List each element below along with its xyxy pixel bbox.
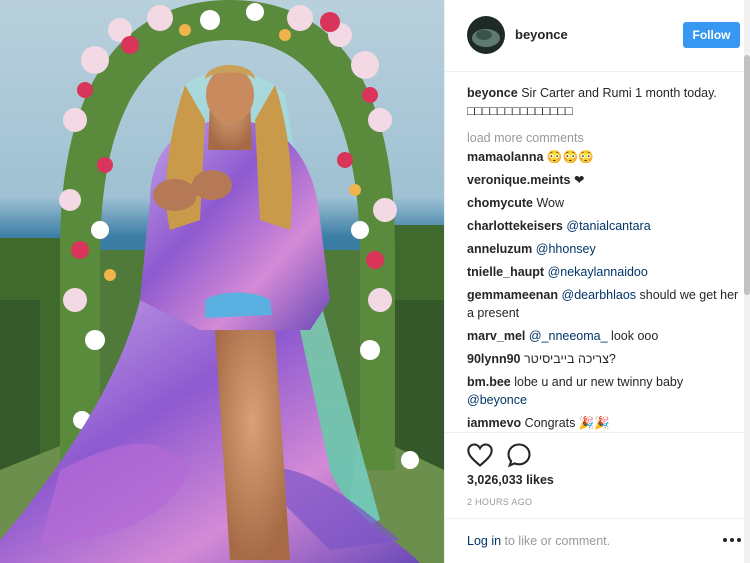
post-header: beyonce Follow — [445, 0, 750, 72]
avatar[interactable] — [467, 16, 505, 54]
follow-button[interactable]: Follow — [683, 22, 740, 48]
comment-username[interactable]: mamaolanna — [467, 150, 543, 164]
post-image — [0, 0, 444, 563]
comment-username[interactable]: charlottekeisers — [467, 219, 563, 233]
comment-item: chomycute Wow — [467, 194, 743, 212]
post-timestamp[interactable]: 2 HOURS AGO — [467, 497, 532, 507]
comment-username[interactable]: anneluzum — [467, 242, 532, 256]
comment-rows: mamaolanna 😳😳😳 veronique.meints ❤ chomycut… — [467, 148, 743, 432]
comment-username[interactable]: 90lynn90 — [467, 352, 521, 366]
comment-item: iammevo Congrats 🎉🎉 — [467, 414, 743, 432]
heart-outline-icon[interactable] — [466, 441, 494, 469]
avatar-image — [467, 16, 505, 54]
caption: beyonce Sir Carter and Rumi 1 month toda… — [467, 84, 743, 120]
comment-mention-link[interactable]: @_nneeoma_ — [529, 329, 608, 343]
comment-username[interactable]: gemmameenan — [467, 288, 558, 302]
likes-count[interactable]: 3,026,033 likes — [467, 473, 554, 487]
comment-username[interactable]: iammevo — [467, 416, 521, 430]
comment-item: tnielle_haupt @nekaylannaidoo — [467, 263, 743, 281]
post-actions: 3,026,033 likes 2 HOURS AGO — [445, 432, 750, 518]
login-prompt: Log in to like or comment. — [467, 534, 610, 548]
more-options-icon[interactable] — [721, 531, 743, 549]
comment-mention-link[interactable]: @tanialcantara — [566, 219, 650, 233]
comment-item: veronique.meints ❤ — [467, 171, 743, 189]
comment-bubble-icon[interactable] — [505, 441, 533, 469]
comment-username[interactable]: marv_mel — [467, 329, 525, 343]
comment-text: צריכה בייביסיטר? — [520, 352, 616, 366]
username[interactable]: beyonce — [515, 27, 568, 42]
comment-mention-link[interactable]: @dearbhlaos — [562, 288, 637, 302]
comment-item: charlottekeisers @tanialcantara — [467, 217, 743, 235]
comment-item: 90lynn90 צריכה בייביסיטר? — [467, 350, 743, 368]
comment-username[interactable]: bm.bee — [467, 375, 511, 389]
comment-item: marv_mel @_nneeoma_ look ooo — [467, 327, 743, 345]
login-prompt-text: to like or comment. — [501, 534, 611, 548]
login-link[interactable]: Log in — [467, 534, 501, 548]
comment-text: Wow — [533, 196, 565, 210]
comment-username[interactable]: tnielle_haupt — [467, 265, 544, 279]
comment-item: mamaolanna 😳😳😳 — [467, 148, 743, 166]
post-sidebar: beyonce Follow beyonce Sir Carter and Ru… — [444, 0, 750, 563]
comment-text: 😳😳😳 — [543, 150, 594, 164]
post-photo[interactable] — [0, 0, 444, 563]
comment-username[interactable]: veronique.meints — [467, 173, 571, 187]
scrollbar-thumb[interactable] — [744, 55, 750, 295]
comment-mention-link[interactable]: @beyonce — [467, 393, 527, 407]
comment-mention-link[interactable]: @hhonsey — [536, 242, 596, 256]
comments-list: beyonce Sir Carter and Rumi 1 month toda… — [467, 84, 743, 432]
comment-item: anneluzum @hhonsey — [467, 240, 743, 258]
comment-text: lobe u and ur new twinny baby — [510, 375, 684, 389]
comment-item: bm.bee lobe u and ur new twinny baby @be… — [467, 373, 743, 409]
comment-text: look ooo — [607, 329, 659, 343]
comment-text: Congrats 🎉🎉 — [521, 416, 610, 430]
caption-username[interactable]: beyonce — [467, 86, 518, 100]
scrollbar-track[interactable] — [744, 0, 750, 563]
comment-item: gemmameenan @dearbhlaos should we get he… — [467, 286, 743, 322]
post-footer: Log in to like or comment. — [445, 518, 750, 563]
comment-username[interactable]: chomycute — [467, 196, 533, 210]
comment-mention-link[interactable]: @nekaylannaidoo — [548, 265, 648, 279]
comment-text: ❤ — [570, 173, 585, 187]
load-more-comments-link[interactable]: load more comments — [467, 129, 743, 147]
